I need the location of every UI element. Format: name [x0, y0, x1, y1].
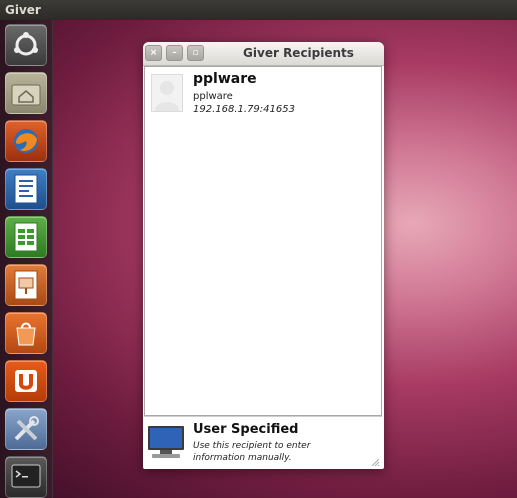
resize-grip-icon[interactable]	[371, 458, 380, 467]
home-folder-button[interactable]	[5, 72, 47, 114]
minimize-button[interactable]: –	[166, 45, 183, 61]
minimize-icon: –	[172, 48, 177, 58]
ubuntu-dash-button[interactable]	[5, 24, 47, 66]
person-silhouette-icon	[155, 81, 179, 111]
giver-recipients-window: × – ▫ Giver Recipients pplware pplware 1…	[143, 42, 384, 469]
user-specified-line-1: Use this recipient to enter	[193, 441, 311, 451]
maximize-icon: ▫	[192, 48, 199, 58]
user-specified-description: Use this recipient to enter information …	[193, 440, 373, 464]
window-titlebar[interactable]: × – ▫ Giver Recipients	[143, 42, 384, 66]
terminal-button[interactable]	[5, 456, 47, 498]
writer-button[interactable]	[5, 168, 47, 210]
firefox-button[interactable]	[5, 120, 47, 162]
software-center-icon	[16, 322, 36, 346]
software-center-button[interactable]	[5, 312, 47, 354]
libreoffice-impress-icon	[14, 270, 38, 300]
launcher	[0, 20, 53, 498]
home-folder-icon	[11, 84, 41, 106]
computer-monitor-icon	[148, 426, 184, 458]
close-button[interactable]: ×	[145, 45, 162, 61]
recipient-item[interactable]: pplware pplware 192.168.1.79:41653	[151, 71, 376, 115]
recipients-list[interactable]: pplware pplware 192.168.1.79:41653	[144, 66, 382, 416]
calc-button[interactable]	[5, 216, 47, 258]
firefox-icon	[14, 129, 38, 153]
maximize-button[interactable]: ▫	[187, 45, 204, 61]
recipient-name: pplware	[193, 71, 257, 87]
system-settings-icon	[14, 416, 39, 441]
window-title: Giver Recipients	[243, 46, 354, 60]
ubuntu-dash-icon	[14, 32, 38, 56]
recipient-user: pplware	[193, 91, 233, 102]
recipient-address: 192.168.1.79:41653	[193, 104, 295, 115]
user-specified-line-2: information manually.	[193, 453, 292, 463]
impress-button[interactable]	[5, 264, 47, 306]
terminal-icon	[11, 464, 41, 488]
active-app-name: Giver	[5, 3, 41, 17]
ubuntu-one-icon	[15, 370, 37, 392]
avatar	[151, 74, 183, 112]
ubuntu-one-button[interactable]	[5, 360, 47, 402]
user-specified-title: User Specified	[193, 422, 299, 437]
libreoffice-writer-icon	[14, 174, 38, 204]
top-panel: Giver	[0, 0, 517, 20]
close-icon: ×	[149, 48, 158, 58]
libreoffice-calc-icon	[14, 222, 38, 252]
system-settings-button[interactable]	[5, 408, 47, 450]
user-specified-item[interactable]: User Specified Use this recipient to ent…	[144, 416, 382, 469]
